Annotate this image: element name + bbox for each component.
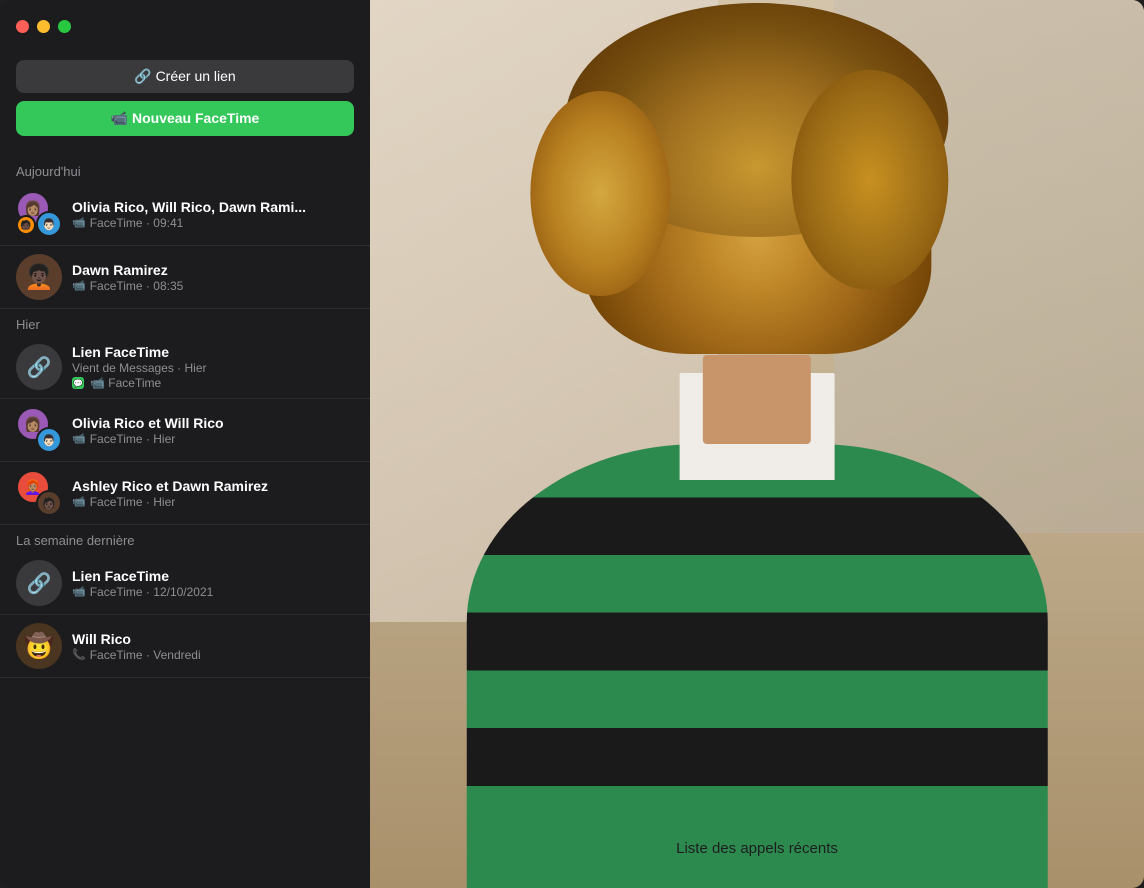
video-icon-ow: 📹 <box>72 432 86 445</box>
call-detail-will-text: FaceTime · Vendredi <box>90 648 201 662</box>
call-detail-link-sub-text: 📹 FaceTime <box>90 376 161 390</box>
section-label-last-week: La semaine dernière <box>0 525 370 552</box>
messages-badge: 💬 <box>72 377 84 389</box>
call-name-ashley-dawn: Ashley Rico et Dawn Ramirez <box>72 478 354 494</box>
call-name-link-week: Lien FaceTime <box>72 568 354 584</box>
call-info-olivia-group: Olivia Rico, Will Rico, Dawn Rami... 📹 F… <box>72 199 354 230</box>
call-name-dawn: Dawn Ramirez <box>72 262 354 278</box>
call-name-will: Will Rico <box>72 631 354 647</box>
call-info-ashley-dawn: Ashley Rico et Dawn Ramirez 📹 FaceTime ·… <box>72 478 354 509</box>
sidebar: 🔗 Créer un lien 📹 Nouveau FaceTime Aujou… <box>0 0 370 888</box>
call-info-link-week: Lien FaceTime 📹 FaceTime · 12/10/2021 <box>72 568 354 599</box>
section-label-hier: Hier <box>0 309 370 336</box>
caption: Liste des appels récents <box>676 840 838 858</box>
person-hair <box>583 61 931 354</box>
titlebar <box>0 0 370 52</box>
call-detail-olivia-group: 📹 FaceTime · 09:41 <box>72 216 354 230</box>
call-detail-will: 📞 FaceTime · Vendredi <box>72 648 354 662</box>
call-info-dawn: Dawn Ramirez 📹 FaceTime · 08:35 <box>72 262 354 293</box>
call-detail-link-hier-1: Vient de Messages · Hier <box>72 361 354 375</box>
call-item-dawn[interactable]: 🧑🏿‍🦱 Dawn Ramirez 📹 FaceTime · 08:35 <box>0 246 370 309</box>
call-info-link-hier: Lien FaceTime Vient de Messages · Hier 💬… <box>72 344 354 390</box>
call-item-will[interactable]: 🤠 Will Rico 📞 FaceTime · Vendredi <box>0 615 370 678</box>
recents-list: Aujourd'hui 👩🏽 👨🏻 🧑🏿 Olivia Rico, Will R <box>0 148 370 888</box>
avatar-link-week: 🔗 <box>16 560 62 606</box>
call-detail-dawn-text: FaceTime · 08:35 <box>90 279 184 293</box>
app-window: 🔗 Créer un lien 📹 Nouveau FaceTime Aujou… <box>0 0 1144 888</box>
close-button[interactable] <box>16 20 29 33</box>
traffic-lights <box>16 20 71 33</box>
call-item-olivia-group[interactable]: 👩🏽 👨🏻 🧑🏿 Olivia Rico, Will Rico, Dawn Ra… <box>0 183 370 246</box>
call-name-olivia-group: Olivia Rico, Will Rico, Dawn Rami... <box>72 199 354 215</box>
avatar-group-olivia: 👩🏽 👨🏻 🧑🏿 <box>16 191 62 237</box>
avatar-dawn-sub2: 🧑🏿 <box>16 215 36 235</box>
call-detail-dawn: 📹 FaceTime · 08:35 <box>72 279 354 293</box>
call-item-olivia-will[interactable]: 👩🏽 👨🏻 Olivia Rico et Will Rico 📹 FaceTim… <box>0 399 370 462</box>
camera-view <box>370 0 1144 888</box>
call-info-olivia-will: Olivia Rico et Will Rico 📹 FaceTime · Hi… <box>72 415 354 446</box>
caption-text: Liste des appels récents <box>676 840 838 857</box>
avatar-group-ashley-dawn: 👩🏽‍🦰 🧑🏿 <box>16 470 62 516</box>
call-item-link-hier[interactable]: 🔗 Lien FaceTime Vient de Messages · Hier… <box>0 336 370 399</box>
call-detail-link-hier-text: Vient de Messages · Hier <box>72 361 207 375</box>
maximize-button[interactable] <box>58 20 71 33</box>
person-display <box>370 0 1144 888</box>
minimize-button[interactable] <box>37 20 50 33</box>
call-detail-link-hier-2: 💬 📹 FaceTime <box>72 376 354 390</box>
call-info-will: Will Rico 📞 FaceTime · Vendredi <box>72 631 354 662</box>
person-head-container <box>564 71 951 559</box>
avatar-will-olivia-sub: 👨🏻 <box>36 427 62 453</box>
avatar-will: 🤠 <box>16 623 62 669</box>
new-facetime-button[interactable]: 📹 Nouveau FaceTime <box>16 101 354 136</box>
avatar-dawn: 🧑🏿‍🦱 <box>16 254 62 300</box>
call-detail-ashley-dawn: 📹 FaceTime · Hier <box>72 495 354 509</box>
call-detail-olivia-will: 📹 FaceTime · Hier <box>72 432 354 446</box>
avatar-link-hier: 🔗 <box>16 344 62 390</box>
video-icon-dawn: 📹 <box>72 279 86 292</box>
call-detail-lw-text: FaceTime · 12/10/2021 <box>90 585 214 599</box>
call-name-link-hier: Lien FaceTime <box>72 344 354 360</box>
call-item-ashley-dawn[interactable]: 👩🏽‍🦰 🧑🏿 Ashley Rico et Dawn Ramirez 📹 Fa… <box>0 462 370 525</box>
video-icon-ad: 📹 <box>72 495 86 508</box>
phone-icon-will: 📞 <box>72 648 86 661</box>
avatar-dawn-sub: 🧑🏿 <box>36 490 62 516</box>
call-item-link-week[interactable]: 🔗 Lien FaceTime 📹 FaceTime · 12/10/2021 <box>0 552 370 615</box>
section-label-today: Aujourd'hui <box>0 156 370 183</box>
call-detail-link-week: 📹 FaceTime · 12/10/2021 <box>72 585 354 599</box>
call-detail-ow-text: FaceTime · Hier <box>90 432 176 446</box>
create-link-button[interactable]: 🔗 Créer un lien <box>16 60 354 93</box>
call-detail-text: FaceTime · 09:41 <box>90 216 184 230</box>
avatar-will-sub: 👨🏻 <box>36 211 62 237</box>
call-detail-ad-text: FaceTime · Hier <box>90 495 176 509</box>
video-icon: 📹 <box>72 216 86 229</box>
call-name-olivia-will: Olivia Rico et Will Rico <box>72 415 354 431</box>
main-content: Liste des appels récents <box>370 0 1144 888</box>
video-icon-lw: 📹 <box>72 585 86 598</box>
sidebar-buttons: 🔗 Créer un lien 📹 Nouveau FaceTime <box>0 52 370 148</box>
avatar-group-olivia-will: 👩🏽 👨🏻 <box>16 407 62 453</box>
person-hair-right <box>792 70 949 290</box>
